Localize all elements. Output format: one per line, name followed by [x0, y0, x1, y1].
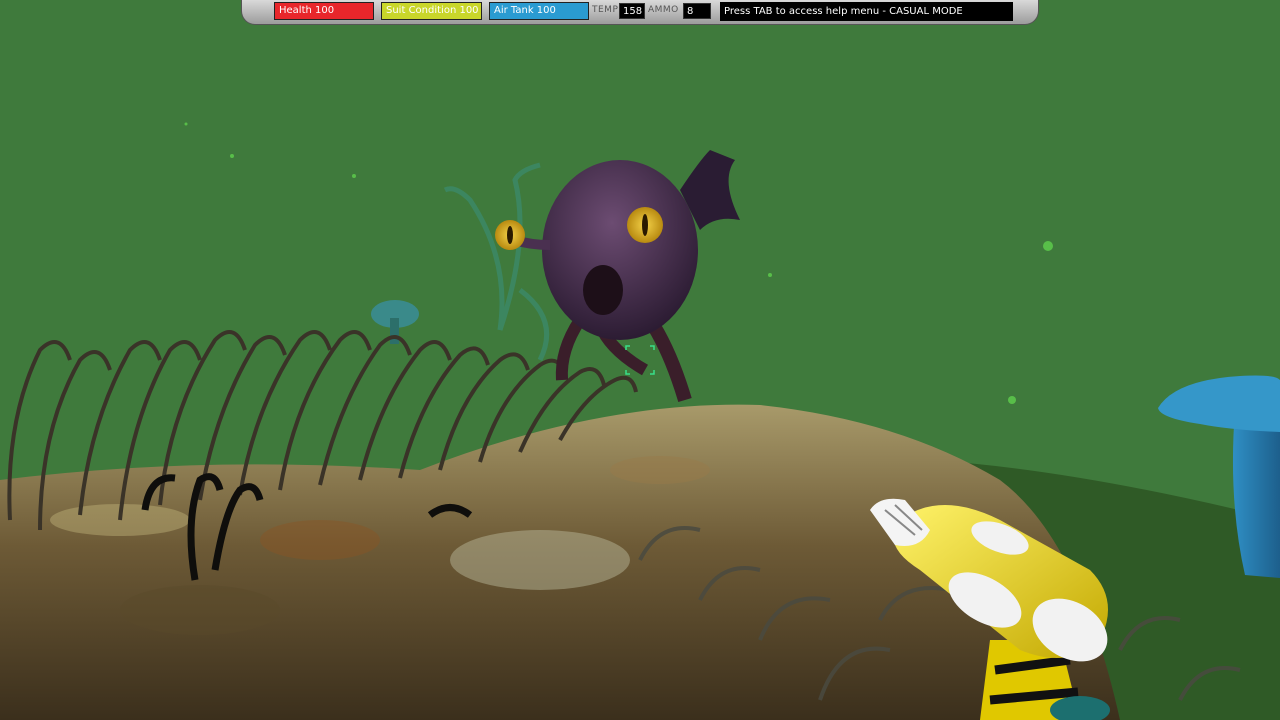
- health-label: Health 100: [279, 5, 335, 16]
- game-viewport[interactable]: [0, 0, 1280, 720]
- air-tank-meter: Air Tank 100: [489, 2, 589, 20]
- temp-label: TEMP: [592, 5, 619, 15]
- health-meter: Health 100: [274, 2, 374, 20]
- suit-condition-label: Suit Condition 100: [386, 5, 479, 16]
- ammo-label: AMMO: [648, 5, 679, 15]
- suit-condition-meter: Suit Condition 100: [381, 2, 482, 20]
- hud-bar: Health 100 Suit Condition 100 Air Tank 1…: [241, 0, 1039, 25]
- air-tank-label: Air Tank 100: [494, 5, 556, 16]
- temp-value: 158: [619, 3, 645, 19]
- ammo-value: 8: [683, 3, 711, 19]
- help-message: Press TAB to access help menu - CASUAL M…: [720, 2, 1013, 21]
